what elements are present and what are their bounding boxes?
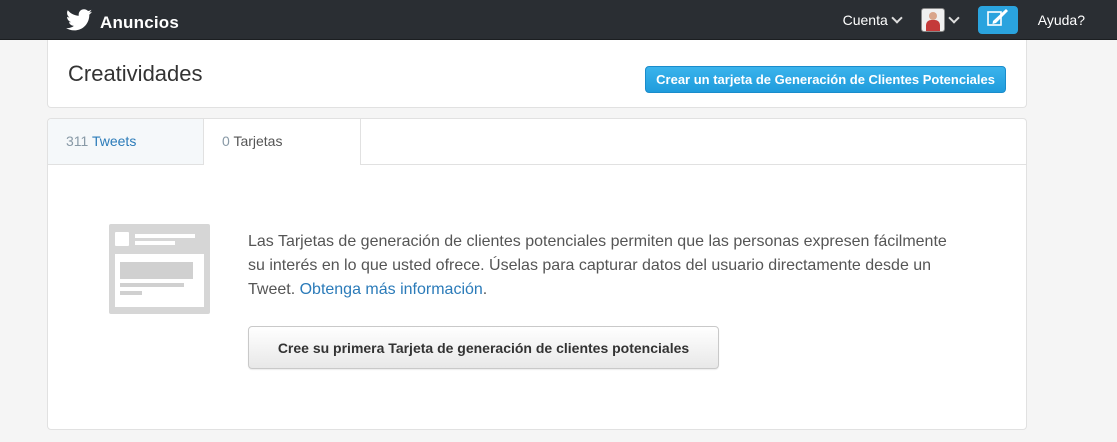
compose-tweet-button[interactable] [977,6,1018,34]
tab-bar: 311 Tweets 0 Tarjetas [48,119,1026,165]
empty-state-description: Las Tarjetas de generación de clientes p… [248,230,968,302]
tab-cards[interactable]: 0 Tarjetas [204,119,361,165]
tab-label: Tarjetas [233,133,283,149]
brand[interactable]: Anuncios [66,9,179,36]
account-label: Cuenta [842,12,888,28]
create-first-lead-card-button[interactable]: Cree su primera Tarjeta de generación de… [248,326,719,369]
user-menu[interactable] [920,8,960,32]
cards-panel: 311 Tweets 0 Tarjetas Las Tarjetas de ge… [47,118,1027,430]
tab-tweets[interactable]: 311 Tweets [48,119,204,164]
avatar [920,8,945,32]
create-lead-card-button[interactable]: Crear un tarjeta de Generación de Client… [645,66,1006,93]
brand-label: Anuncios [100,12,180,32]
chevron-down-icon [891,12,903,24]
chevron-down-icon [948,12,960,24]
compose-tweet-icon [986,8,1009,33]
lead-card-illustration-icon [109,224,210,314]
twitter-bird-icon [66,9,92,36]
link-suffix: . [482,281,488,298]
help-link[interactable]: Ayuda? [1038,12,1085,28]
top-nav-bar: Anuncios Cuenta Ayuda? [0,0,1117,40]
tab-label: Tweets [91,133,137,149]
learn-more-link[interactable]: Obtenga más información [300,281,483,298]
tab-count: 311 [66,133,89,149]
page-header: Creatividades Crear un tarjeta de Genera… [47,40,1027,108]
tab-count: 0 [222,133,230,149]
page-title: Creatividades [68,61,203,86]
account-menu[interactable]: Cuenta [842,12,903,28]
